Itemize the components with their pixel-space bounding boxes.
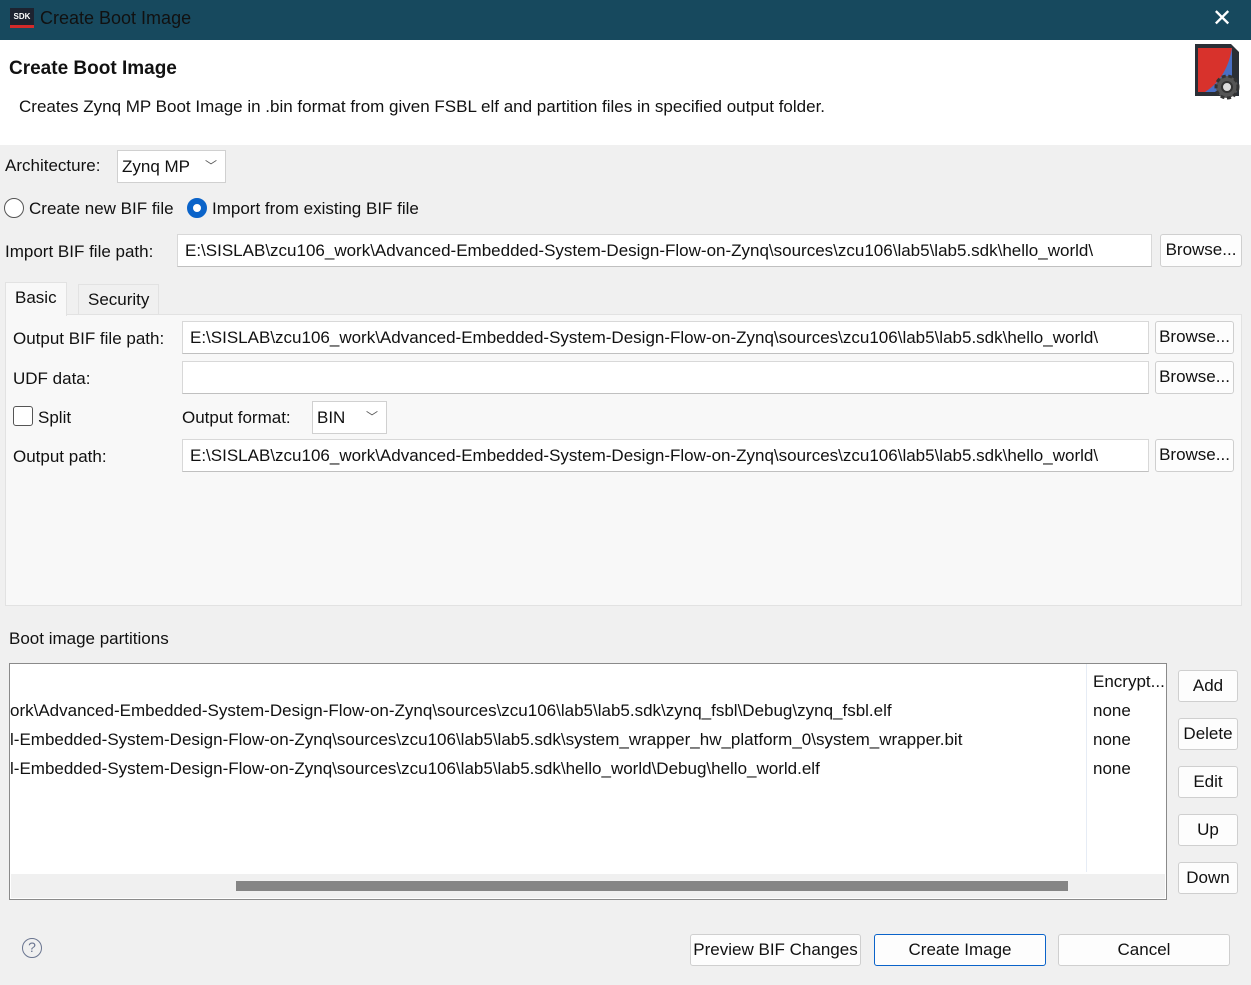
dialog-header — [0, 40, 1251, 145]
page-description: Creates Zynq MP Boot Image in .bin forma… — [19, 97, 826, 116]
import-bif-path-label: Import BIF file path: — [5, 242, 154, 261]
page-title: Create Boot Image — [9, 58, 177, 79]
output-bif-path-label: Output BIF file path: — [13, 329, 165, 348]
down-button[interactable]: Down — [1178, 862, 1238, 894]
add-button[interactable]: Add — [1178, 670, 1238, 702]
import-bif-browse-button[interactable]: Browse... — [1160, 234, 1242, 267]
close-icon[interactable]: ✕ — [1212, 4, 1232, 33]
output-path-label: Output path: — [13, 447, 107, 466]
split-checkbox[interactable] — [13, 406, 33, 426]
import-bif-path-input[interactable]: E:\SISLAB\zcu106_work\Advanced-Embedded-… — [177, 234, 1152, 267]
partition-encryption: none — [1093, 701, 1131, 720]
output-format-label: Output format: — [182, 408, 291, 427]
partitions-table[interactable]: Encrypt... ork\Advanced-Embedded-System-… — [9, 663, 1167, 900]
horizontal-scrollbar[interactable] — [11, 874, 1165, 898]
architecture-select[interactable]: Zynq MP ﹀ — [117, 150, 226, 183]
chevron-down-icon: ﹀ — [365, 410, 378, 424]
scrollbar-thumb[interactable] — [236, 881, 1068, 891]
chevron-down-icon: ﹀ — [204, 159, 217, 173]
import-bif-radio[interactable] — [187, 198, 207, 218]
up-button[interactable]: Up — [1178, 814, 1238, 846]
partition-file: l-Embedded-System-Design-Flow-on-Zynq\so… — [10, 759, 820, 778]
split-label: Split — [38, 408, 72, 427]
udf-data-input[interactable] — [182, 361, 1149, 394]
partitions-label: Boot image partitions — [9, 629, 169, 648]
partition-file: l-Embedded-System-Design-Flow-on-Zynq\so… — [10, 730, 963, 749]
tab-security[interactable]: Security — [78, 284, 160, 314]
architecture-value: Zynq MP — [122, 157, 191, 176]
table-row[interactable]: l-Embedded-System-Design-Flow-on-Zynq\so… — [10, 759, 1086, 779]
tab-basic[interactable]: Basic — [5, 282, 67, 316]
table-row[interactable]: l-Embedded-System-Design-Flow-on-Zynq\so… — [10, 730, 1086, 750]
udf-data-label: UDF data: — [13, 369, 91, 388]
architecture-label: Architecture: — [5, 156, 101, 175]
sdk-app-icon: SDK — [10, 8, 34, 28]
partition-file: ork\Advanced-Embedded-System-Design-Flow… — [10, 701, 892, 720]
help-icon[interactable]: ? — [22, 938, 42, 958]
preview-bif-changes-button[interactable]: Preview BIF Changes — [690, 934, 861, 966]
partition-encryption: none — [1093, 759, 1131, 778]
create-new-bif-label: Create new BIF file — [29, 199, 174, 218]
window-title: Create Boot Image — [40, 8, 192, 28]
output-path-input[interactable]: E:\SISLAB\zcu106_work\Advanced-Embedded-… — [182, 439, 1149, 472]
boot-image-gear-icon — [1195, 44, 1240, 100]
edit-button[interactable]: Edit — [1178, 766, 1238, 798]
partition-encryption: none — [1093, 730, 1131, 749]
column-header-encryption[interactable]: Encrypt... — [1093, 672, 1165, 692]
cancel-button[interactable]: Cancel — [1058, 934, 1230, 966]
output-path-browse-button[interactable]: Browse... — [1155, 439, 1234, 472]
table-row[interactable]: ork\Advanced-Embedded-System-Design-Flow… — [10, 701, 1086, 721]
create-image-button[interactable]: Create Image — [874, 934, 1046, 966]
column-divider — [1086, 664, 1087, 872]
output-bif-browse-button[interactable]: Browse... — [1155, 321, 1234, 354]
udf-browse-button[interactable]: Browse... — [1155, 361, 1234, 394]
delete-button[interactable]: Delete — [1178, 718, 1238, 750]
import-bif-label: Import from existing BIF file — [212, 199, 419, 218]
output-bif-path-input[interactable]: E:\SISLAB\zcu106_work\Advanced-Embedded-… — [182, 321, 1149, 354]
create-new-bif-radio[interactable] — [4, 198, 24, 218]
output-format-value: BIN — [317, 408, 346, 427]
output-format-select[interactable]: BIN ﹀ — [312, 401, 387, 434]
